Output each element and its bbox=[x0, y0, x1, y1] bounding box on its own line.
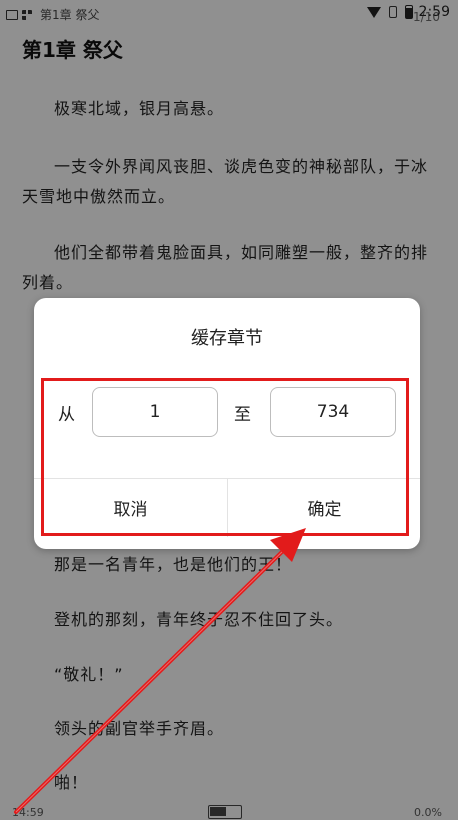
dialog-title: 缓存章节 bbox=[191, 328, 263, 349]
annotation-highlight-box bbox=[41, 378, 409, 536]
